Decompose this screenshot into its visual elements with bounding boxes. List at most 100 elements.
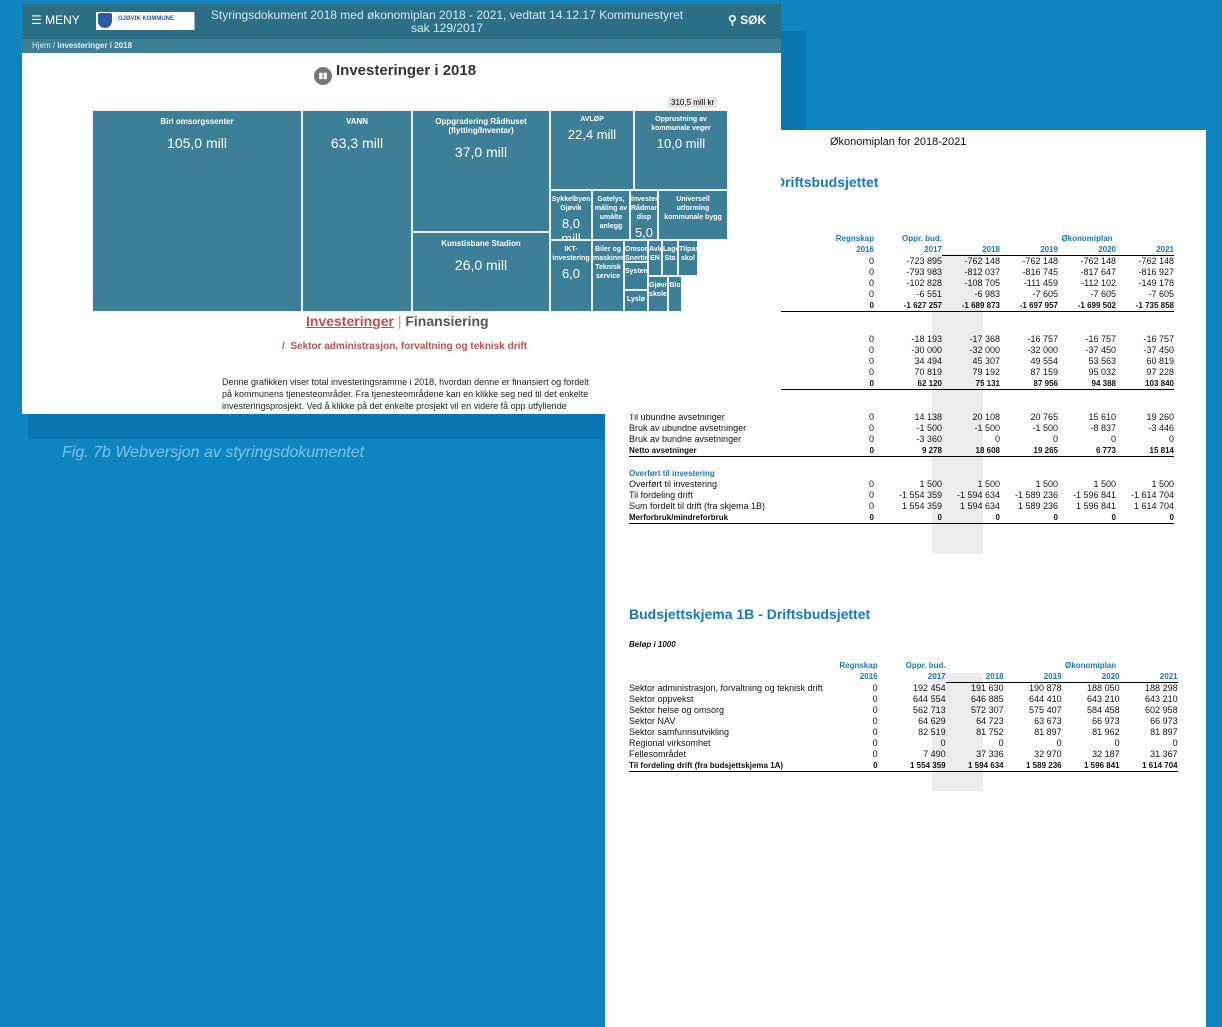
- treemap-tile[interactable]: Biri omsorgssenter 105,0 mill: [92, 110, 302, 312]
- treemap-tile[interactable]: Gatelys, måling av umålte anlegg: [592, 190, 630, 240]
- cell-value: 0: [1000, 512, 1058, 524]
- tile-label: Lager Sta: [663, 246, 677, 262]
- cell-value: -7 605: [1032, 289, 1058, 299]
- cell-value: 1 589 236: [1003, 760, 1062, 772]
- tile-label: Lyslø: [626, 296, 646, 303]
- treemap-tile[interactable]: Gjøvik skole: [648, 276, 668, 312]
- cell-value: 0: [1116, 512, 1174, 524]
- treemap-tile[interactable]: Sykkelbyen Gjøvik 8,0 mill: [550, 190, 592, 240]
- search-label: SØK: [740, 13, 767, 27]
- treemap-tile[interactable]: Omsorg Snertingdal: [624, 240, 648, 262]
- cell-value: 1 589 236: [1017, 501, 1058, 511]
- search-button[interactable]: ⚲ SØK: [728, 13, 766, 27]
- cell-value: -1 627 257: [874, 300, 942, 312]
- cell-value: -108 705: [964, 278, 1000, 288]
- cell-value: [1116, 390, 1174, 402]
- cell-value: [1000, 401, 1058, 412]
- cell-value: -816 745: [1022, 267, 1058, 277]
- treemap-tile[interactable]: Tilpas skol: [678, 240, 698, 276]
- tile-label: IKT-investering: [552, 246, 590, 262]
- cell-value: [874, 390, 942, 402]
- breadcrumb-home[interactable]: Hjem: [32, 41, 51, 50]
- row-label: Sum fordelt til drift (fra skjema 1B): [629, 501, 766, 511]
- cell-value: -37 450: [1085, 345, 1116, 355]
- tile-value: 63,3 mill: [330, 135, 384, 151]
- tile-label: Systemer: [625, 268, 647, 275]
- cell-value: 0: [868, 255, 874, 266]
- table-row: [629, 457, 1181, 469]
- cell-value: 34 494: [914, 356, 942, 366]
- chart-icon: ▮▮: [314, 67, 332, 85]
- tile-label: VANN: [345, 117, 369, 126]
- cell-value: [1116, 312, 1174, 324]
- cell-value: 0: [819, 300, 874, 312]
- cell-value: 64 723: [976, 716, 1004, 726]
- treemap-tile[interactable]: VANN 63,3 mill: [302, 110, 412, 312]
- cell-value: 0: [1114, 738, 1120, 748]
- cell-value: 1 594 634: [945, 760, 1004, 772]
- treemap-tile[interactable]: IKT-investering 6,0: [550, 240, 592, 312]
- figure-caption: Fig. 7b Webversjon av styringsdokumentet: [62, 444, 365, 461]
- cell-value: 0: [1052, 434, 1058, 444]
- cell-value: -762 148: [1022, 256, 1058, 266]
- cell-value: Oppr. bud.: [902, 234, 942, 243]
- cell-value: 0: [819, 378, 874, 390]
- cell-value: [874, 323, 942, 334]
- cell-value: -16 757: [1027, 334, 1058, 344]
- treemap-tile[interactable]: Avløp EN: [648, 240, 662, 276]
- document-title: Styringsdokument 2018 med økonomiplan 20…: [210, 8, 684, 35]
- treemap-tile[interactable]: Kunstisbane Stadion 26,0 mill: [412, 232, 550, 312]
- table-row: Sum fordelt til drift (fra skjema 1B) 0 1 …: [629, 501, 1181, 512]
- cell-value: 1 500: [1093, 479, 1116, 489]
- cell-value: 0: [868, 278, 874, 288]
- investment-treemap: Biri omsorgssenter 105,0 mill VANN 63,3 mil…: [92, 110, 728, 312]
- tab-finansiering[interactable]: Finansiering: [405, 313, 488, 329]
- treemap-tile[interactable]: Lyslø: [624, 290, 648, 312]
- cell-value: 1 500: [1151, 479, 1174, 489]
- tile-label: Biler og maskiner Teknisk service: [593, 246, 624, 280]
- treemap-tile[interactable]: Systemer: [624, 262, 648, 290]
- treemap-tile[interactable]: Universell utforming kommunale bygg: [658, 190, 728, 240]
- cell-value: -17 368: [969, 334, 1000, 344]
- cell-value: [942, 457, 1000, 469]
- cell-value: 20 108: [972, 412, 1000, 422]
- treemap-tile[interactable]: Oppgradering Rådhuset (flytting/Inventar…: [412, 110, 550, 232]
- cell-value: -30 000: [911, 345, 942, 355]
- cell-value: 562 713: [913, 705, 946, 715]
- treemap-tile[interactable]: Investering Rådmannens disp 5,0: [630, 190, 658, 240]
- row-label: Sektor helse og omsorg: [629, 705, 725, 715]
- cell-value: [1174, 233, 1181, 244]
- description-paragraph: Denne grafikken viser total investerings…: [222, 377, 589, 411]
- cell-value: 0: [868, 434, 874, 444]
- document-top-title: Økonomiplan for 2018-2021: [830, 136, 967, 148]
- cell-value: Oppr. bud.: [905, 661, 946, 670]
- tile-label: Opprustning av kommunale veger: [651, 116, 711, 132]
- sector-link[interactable]: / Sektor administrasjon, forvaltning og …: [282, 341, 527, 352]
- breadcrumb: Hjem / Investeringer i 2018: [22, 39, 781, 53]
- cell-value: 82 519: [918, 727, 946, 737]
- tab-investeringer[interactable]: Investeringer: [306, 313, 394, 329]
- treemap-tile[interactable]: Lager Sta: [662, 240, 678, 276]
- cell-value: 7 490: [923, 749, 946, 759]
- tile-label: Gatelys, måling av umålte anlegg: [594, 196, 628, 230]
- cell-value: -37 450: [1143, 345, 1174, 355]
- table-row: Merforbruk/mindreforbruk 0 0 0 0 0 0: [629, 512, 1181, 524]
- menu-button[interactable]: ☰ MENY: [31, 13, 80, 27]
- cell-value: 1 614 704: [1133, 501, 1174, 511]
- treemap-tile[interactable]: Opprustning av kommunale veger 10,0 mill: [634, 110, 728, 190]
- cell-value: 49 554: [1030, 356, 1058, 366]
- cell-value: -762 148: [964, 256, 1000, 266]
- treemap-tile[interactable]: Blo: [668, 276, 682, 312]
- cell-value: -102 828: [906, 278, 942, 288]
- cell-value: 15 610: [1088, 412, 1116, 422]
- cell-value: 572 307: [971, 705, 1004, 715]
- cell-value: 0: [868, 412, 874, 422]
- municipality-logo[interactable]: GJØVIK KOMMUNE: [96, 12, 195, 30]
- cell-value: -18 193: [911, 334, 942, 344]
- cell-value: 0: [868, 289, 874, 299]
- table-row: Overført til investering: [629, 468, 1181, 479]
- cell-value: 15 814: [1116, 445, 1174, 457]
- treemap-tile[interactable]: Biler og maskiner Teknisk service: [592, 240, 624, 312]
- treemap-tile[interactable]: AVLØP 22,4 mill: [550, 110, 634, 190]
- cell-value: -6 983: [974, 289, 1000, 299]
